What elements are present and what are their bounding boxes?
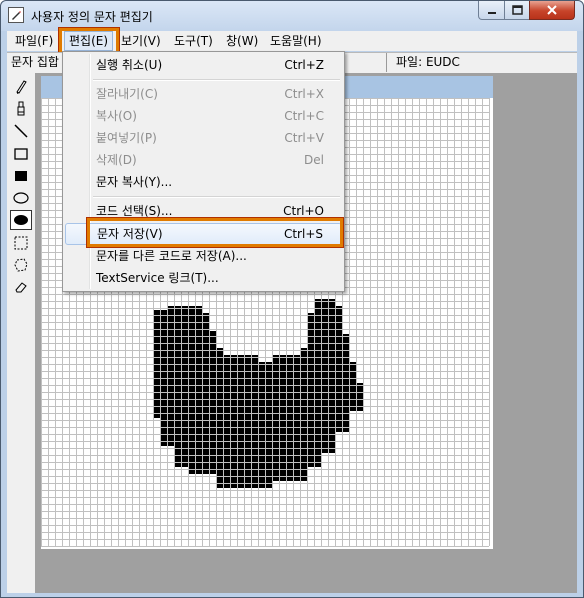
app-window: 사용자 정의 문자 편집기 파일(F) 편집(E) 보기(V) 도구(T) 창(… [0, 0, 584, 598]
menu-item-shortcut: Ctrl+X [284, 87, 324, 101]
menu-file[interactable]: 파일(F) [11, 31, 57, 51]
menu-tools[interactable]: 도구(T) [170, 31, 217, 51]
file-name-label: 파일: EUDC [396, 55, 460, 69]
menu-item-shortcut: Del [304, 153, 324, 167]
hollow-rectangle-tool[interactable] [10, 144, 32, 164]
menu-view[interactable]: 보기(V) [117, 31, 165, 51]
menu-item-label: TextService 링크(T)... [96, 271, 219, 285]
filled-rectangle-tool[interactable] [10, 166, 32, 186]
rect-select-icon [14, 236, 28, 250]
menu-item-label: 문자 복사(Y)... [96, 175, 173, 189]
menu-item-label: 복사(O) [96, 109, 137, 123]
menu-item-textservice-link[interactable]: TextService 링크(T)... [65, 267, 342, 289]
menu-item-copy[interactable]: 복사(O) Ctrl+C [65, 105, 342, 127]
hollow-ellipse-icon [13, 192, 29, 204]
menu-separator [93, 79, 340, 81]
line-tool[interactable] [10, 121, 32, 141]
save-character-highlight [86, 217, 344, 248]
menu-separator [93, 196, 340, 198]
toolbox [7, 73, 36, 593]
menu-item-label: 실행 취소(U) [96, 58, 163, 72]
app-icon[interactable] [8, 7, 24, 23]
maximize-icon [511, 5, 523, 15]
menu-item-copy-character[interactable]: 문자 복사(Y)... [65, 171, 342, 193]
maximize-button[interactable] [504, 1, 530, 20]
menu-item-shortcut: Ctrl+Z [284, 58, 324, 72]
edit-menu-dropdown: 실행 취소(U) Ctrl+Z 잘라내기(C) Ctrl+X 복사(O) Ctr… [62, 51, 345, 292]
brush-icon [17, 101, 25, 116]
brush-tool[interactable] [10, 99, 32, 119]
menu-item-delete[interactable]: 삭제(D) Del [65, 149, 342, 171]
pencil-tool[interactable] [10, 77, 32, 97]
menu-item-label: 삭제(D) [96, 153, 137, 167]
menu-item-save-as-code[interactable]: 문자를 다른 코드로 저장(A)... [65, 245, 342, 267]
close-button[interactable] [529, 1, 575, 20]
menu-item-shortcut: Ctrl+C [284, 109, 324, 123]
menu-item-label: 붙여넣기(P) [96, 131, 157, 145]
freeform-select-tool[interactable] [10, 255, 32, 275]
menu-item-shortcut: Ctrl+V [284, 131, 324, 145]
hollow-rectangle-icon [14, 148, 28, 160]
minimize-icon [487, 12, 496, 14]
filled-ellipse-tool[interactable] [10, 210, 32, 230]
minimize-button[interactable] [478, 1, 505, 20]
pencil-icon [16, 80, 27, 94]
rect-select-tool[interactable] [10, 233, 32, 253]
menu-window[interactable]: 창(W) [222, 31, 262, 51]
filled-rectangle-icon [15, 171, 27, 181]
hollow-ellipse-tool[interactable] [10, 188, 32, 208]
freeform-select-icon [14, 258, 28, 272]
menu-item-paste[interactable]: 붙여넣기(P) Ctrl+V [65, 127, 342, 149]
filled-ellipse-icon [14, 215, 28, 225]
eraser-icon [15, 282, 27, 293]
menu-help[interactable]: 도움말(H) [266, 31, 326, 51]
menu-item-undo[interactable]: 실행 취소(U) Ctrl+Z [65, 54, 342, 76]
line-icon [14, 124, 28, 138]
eraser-tool[interactable] [10, 277, 32, 297]
menu-item-label: 문자를 다른 코드로 저장(A)... [96, 249, 247, 263]
window-title: 사용자 정의 문자 편집기 [31, 10, 153, 24]
menu-item-cut[interactable]: 잘라내기(C) Ctrl+X [65, 83, 342, 105]
title-bar[interactable]: 사용자 정의 문자 편집기 [1, 1, 583, 31]
menu-item-label: 잘라내기(C) [96, 87, 158, 101]
close-icon [547, 5, 557, 15]
